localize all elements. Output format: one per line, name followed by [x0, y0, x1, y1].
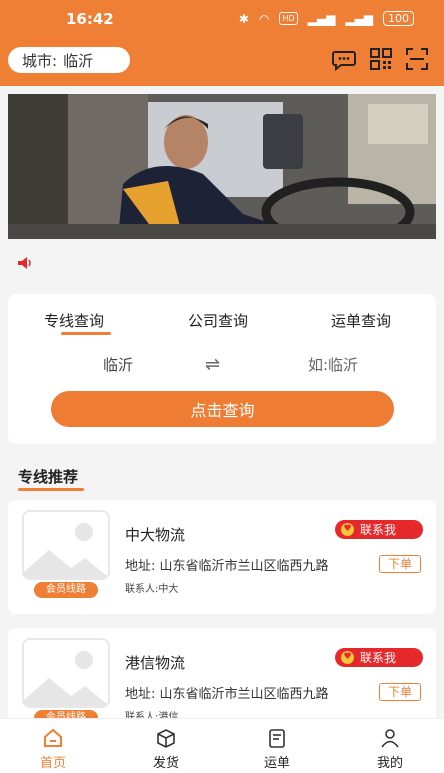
banner-image[interactable] — [8, 94, 436, 239]
contact-me-label: 联系我 — [360, 523, 397, 537]
section-underline — [18, 488, 84, 491]
thumbnail-placeholder — [22, 638, 110, 708]
from-city-field[interactable]: 临沂 — [103, 354, 133, 375]
tab-waybill-query[interactable]: 运单查询 — [331, 310, 391, 331]
waybill-icon — [269, 729, 285, 748]
qrcode-icon[interactable] — [368, 46, 394, 72]
thumbnail-placeholder — [22, 510, 110, 580]
nav-waybill-label: 运单 — [263, 756, 290, 771]
hd-icon: HD — [279, 12, 298, 25]
search-card: 专线查询 公司查询 运单查询 临沂 ⇌ 如:临沂 点击查询 — [8, 294, 436, 444]
swap-icon[interactable]: ⇌ — [205, 354, 220, 375]
order-button[interactable]: 下单 — [379, 555, 421, 573]
battery-icon: 100 — [383, 11, 414, 26]
to-city-field[interactable]: 如:临沂 — [308, 354, 358, 375]
nav-mine[interactable]: 我的 — [355, 727, 425, 771]
city-label: 城市: — [22, 51, 58, 70]
nav-home-label: 首页 — [39, 756, 66, 771]
wifi-icon: ◠ — [258, 11, 270, 26]
tab-line-query[interactable]: 专线查询 — [44, 310, 104, 331]
status-time: 16:42 — [66, 10, 114, 28]
city-value: 临沂 — [63, 51, 94, 70]
list-item[interactable]: 会员线路 中大物流 地址: 山东省临沂市兰山区临西九路 联系人:中大 ♥ 联系我… — [8, 500, 436, 614]
scan-icon[interactable] — [404, 46, 430, 72]
bottom-nav: 首页 发货 运单 我的 — [0, 718, 444, 773]
member-badge: 会员线路 — [34, 582, 98, 598]
city-selector[interactable]: 城市: 临沂 — [8, 47, 130, 73]
chat-icon[interactable] — [331, 46, 357, 72]
home-icon — [44, 728, 62, 747]
user-icon — [381, 729, 399, 748]
section-title: 专线推荐 — [18, 468, 79, 486]
nav-ship-label: 发货 — [152, 756, 179, 771]
heart-icon: ♥ — [341, 651, 354, 664]
nav-ship[interactable]: 发货 — [131, 727, 201, 771]
company-name: 中大物流 — [125, 526, 186, 544]
truck-driver-photo — [8, 94, 436, 239]
nav-mine-label: 我的 — [376, 756, 403, 771]
heart-icon: ♥ — [341, 523, 354, 536]
contact-me-label: 联系我 — [360, 651, 397, 665]
company-address: 地址: 山东省临沂市兰山区临西九路 — [125, 559, 329, 574]
contact-me-button[interactable]: ♥ 联系我 — [335, 648, 423, 667]
top-bar: 16:42 ✱ ◠ HD ▂▄▆ ▂▄▆ 100 城市: 临沂 — [0, 0, 444, 86]
nav-home[interactable]: 首页 — [18, 727, 88, 771]
company-contact: 联系人:中大 — [125, 584, 179, 595]
image-placeholder-icon — [24, 523, 108, 578]
contact-me-button[interactable]: ♥ 联系我 — [335, 520, 423, 539]
active-tab-indicator — [61, 332, 111, 335]
company-name: 港信物流 — [125, 654, 186, 672]
bluetooth-icon: ✱ — [238, 11, 249, 26]
status-icons: ✱ ◠ HD ▂▄▆ ▂▄▆ 100 — [239, 11, 414, 26]
tab-company-query[interactable]: 公司查询 — [188, 310, 248, 331]
nav-waybill[interactable]: 运单 — [242, 727, 312, 771]
box-icon — [157, 729, 175, 748]
signal-icon: ▂▄▆ — [307, 11, 336, 26]
query-button[interactable]: 点击查询 — [51, 391, 394, 427]
order-button[interactable]: 下单 — [379, 683, 421, 701]
speaker-icon[interactable] — [16, 254, 34, 272]
image-placeholder-icon — [24, 651, 108, 706]
status-bar: 16:42 ✱ ◠ HD ▂▄▆ ▂▄▆ 100 — [0, 8, 444, 30]
company-address: 地址: 山东省临沂市兰山区临西九路 — [125, 687, 329, 702]
signal-icon-2: ▂▄▆ — [345, 11, 373, 26]
